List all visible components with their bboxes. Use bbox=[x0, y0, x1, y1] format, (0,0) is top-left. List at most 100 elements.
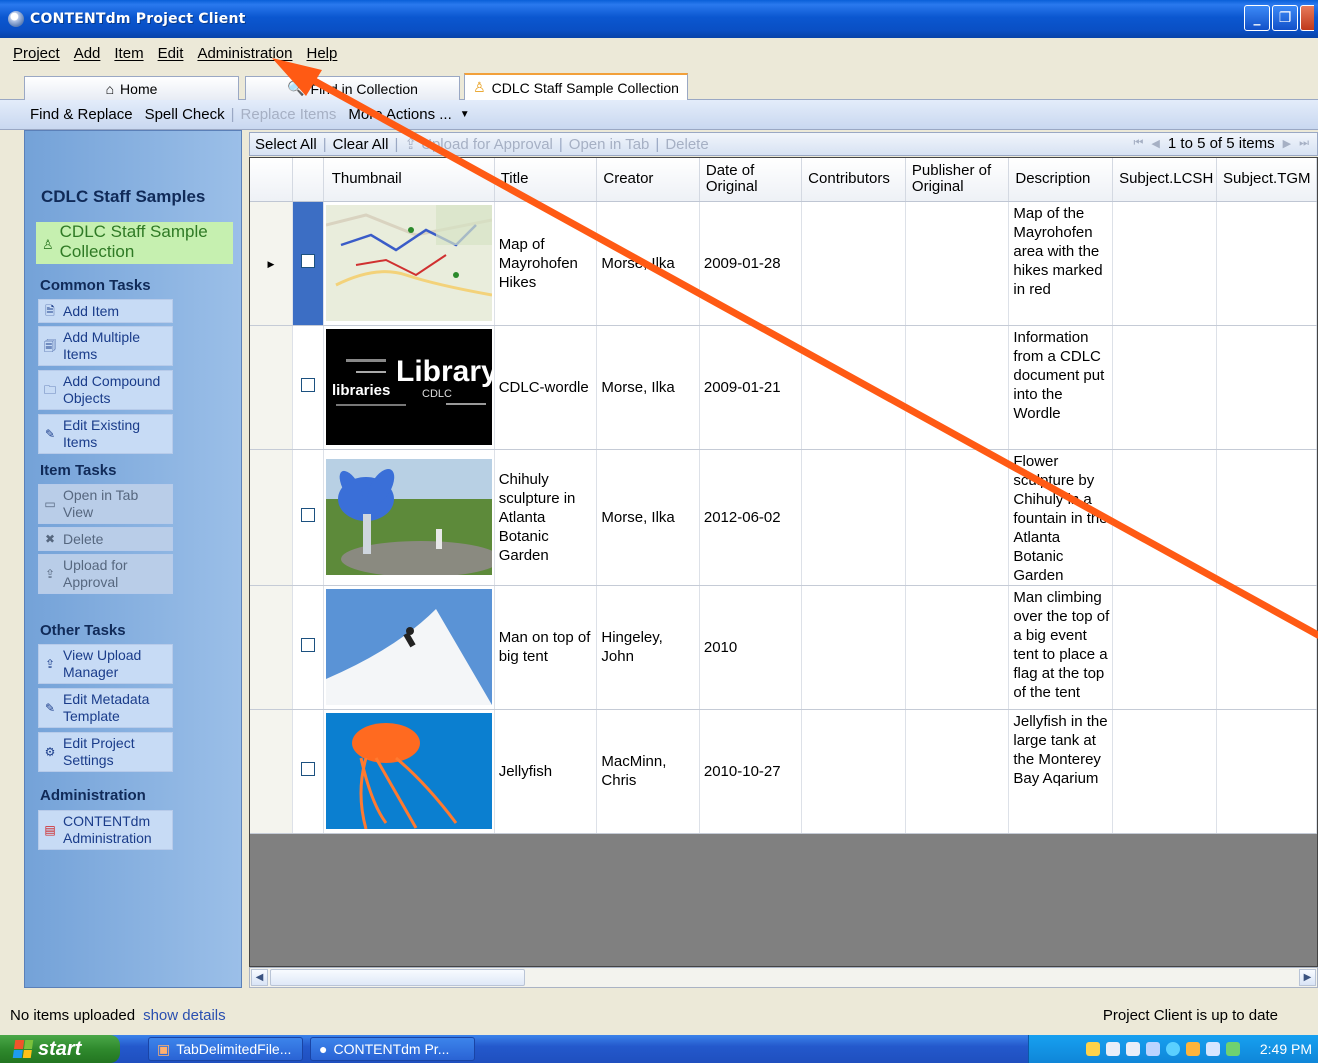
title-cell[interactable]: CDLC-wordle bbox=[494, 325, 598, 450]
tab-find-in-collection[interactable]: 🔍 Find in Collection bbox=[245, 76, 460, 100]
title-cell[interactable]: Jellyfish bbox=[494, 709, 598, 834]
column-description[interactable]: Description bbox=[1008, 158, 1114, 202]
creator-cell[interactable]: Morse, Ilka bbox=[596, 325, 700, 450]
description-cell[interactable]: Information from a CDLC document put int… bbox=[1008, 325, 1114, 450]
clock[interactable]: 2:49 PM bbox=[1260, 1041, 1312, 1057]
delete-button[interactable]: Delete bbox=[665, 136, 708, 153]
menu-edit[interactable]: Edit bbox=[158, 45, 184, 62]
row-checkbox[interactable] bbox=[300, 507, 315, 522]
row-checkbox-cell[interactable] bbox=[292, 709, 324, 834]
date-cell[interactable]: 2012-06-02 bbox=[699, 449, 803, 586]
date-cell[interactable]: 2009-01-28 bbox=[699, 201, 803, 326]
clear-all-button[interactable]: Clear All bbox=[333, 136, 389, 153]
thumbnail-wordle[interactable]: Library libraries CDLC bbox=[325, 329, 492, 445]
taskbar-item-tabdelimited[interactable]: ▣ TabDelimitedFile... bbox=[148, 1037, 303, 1061]
row-header[interactable] bbox=[250, 449, 293, 586]
title-cell[interactable]: Man on top of big tent bbox=[494, 585, 598, 710]
tray-security-icon[interactable] bbox=[1185, 1042, 1200, 1056]
next-page-icon[interactable]: ▶ bbox=[1283, 137, 1291, 150]
row-header[interactable] bbox=[250, 585, 293, 710]
menu-help[interactable]: Help bbox=[306, 45, 337, 62]
edit-metadata-template-link[interactable]: ✎ Edit Metadata Template bbox=[38, 688, 173, 728]
title-cell[interactable]: Map of Mayrohofen Hikes bbox=[494, 201, 598, 326]
upload-approval-button[interactable]: ⇪ Upload for Approval bbox=[404, 135, 553, 153]
tray-update-icon[interactable] bbox=[1225, 1042, 1240, 1056]
date-cell[interactable]: 2009-01-21 bbox=[699, 325, 803, 450]
view-upload-manager-link[interactable]: ⇪ View Upload Manager bbox=[38, 644, 173, 684]
column-thumbnail[interactable]: Thumbnail bbox=[323, 158, 495, 202]
find-replace-button[interactable]: Find & Replace bbox=[30, 106, 133, 123]
window-titlebar[interactable]: CONTENTdm Project Client _ ❐ bbox=[0, 0, 1318, 38]
contributors-cell[interactable] bbox=[801, 201, 906, 326]
contentdm-administration-link[interactable]: ▤ CONTENTdm Administration bbox=[38, 810, 173, 850]
start-button[interactable]: start bbox=[0, 1035, 120, 1063]
thumbnail-jellyfish[interactable] bbox=[325, 713, 492, 829]
description-cell[interactable]: Man climbing over the top of a big event… bbox=[1008, 585, 1114, 710]
column-subject-lcsh[interactable]: Subject.LCSH bbox=[1112, 158, 1218, 202]
title-cell[interactable]: Chihuly sculpture in Atlanta Botanic Gar… bbox=[494, 449, 598, 586]
contributors-cell[interactable] bbox=[801, 449, 906, 586]
sidebar-collection-link[interactable]: ♙ CDLC Staff Sample Collection bbox=[36, 222, 233, 264]
creator-cell[interactable]: Hingeley, John bbox=[596, 585, 700, 710]
row-checkbox[interactable] bbox=[300, 637, 315, 652]
subject-lcsh-cell[interactable] bbox=[1112, 709, 1218, 834]
date-cell[interactable]: 2010-10-27 bbox=[699, 709, 803, 834]
close-button[interactable] bbox=[1300, 5, 1314, 31]
row-checkbox[interactable] bbox=[300, 253, 315, 268]
creator-cell[interactable]: MacMinn, Chris bbox=[596, 709, 700, 834]
maximize-button[interactable]: ❐ bbox=[1272, 5, 1298, 31]
table-row[interactable]: Man on top of big tent Hingeley, John 20… bbox=[250, 585, 1317, 710]
table-row[interactable]: Jellyfish MacMinn, Chris 2010-10-27 Jell… bbox=[250, 709, 1317, 834]
subject-tgm-cell[interactable] bbox=[1216, 325, 1317, 450]
prev-page-icon[interactable]: ◀ bbox=[1151, 137, 1159, 150]
publisher-cell[interactable] bbox=[905, 325, 1010, 450]
menu-administration[interactable]: Administration bbox=[197, 45, 292, 62]
subject-lcsh-cell[interactable] bbox=[1112, 585, 1218, 710]
row-checkbox-cell[interactable] bbox=[292, 585, 324, 710]
thumbnail-map[interactable] bbox=[325, 205, 492, 321]
first-page-icon[interactable]: ⏮ bbox=[1134, 137, 1144, 150]
thumbnail-cell[interactable] bbox=[323, 201, 495, 326]
publisher-cell[interactable] bbox=[905, 709, 1010, 834]
scroll-thumb[interactable] bbox=[270, 969, 525, 986]
tray-window-icon[interactable] bbox=[1125, 1042, 1140, 1056]
description-cell[interactable]: Flower sculpture by Chihuly in a fountai… bbox=[1008, 449, 1114, 586]
open-in-tab-button[interactable]: Open in Tab bbox=[569, 136, 650, 153]
thumbnail-cell[interactable] bbox=[323, 449, 495, 586]
edit-existing-items-link[interactable]: ✎ Edit Existing Items bbox=[38, 414, 173, 454]
publisher-cell[interactable] bbox=[905, 585, 1010, 710]
contributors-cell[interactable] bbox=[801, 585, 906, 710]
creator-cell[interactable]: Morse, Ilka bbox=[596, 201, 700, 326]
last-page-icon[interactable]: ⏭ bbox=[1299, 137, 1309, 150]
row-checkbox-cell[interactable] bbox=[292, 325, 324, 450]
tab-home[interactable]: ⌂ Home bbox=[24, 76, 239, 100]
row-header[interactable] bbox=[250, 325, 293, 450]
tray-display-icon[interactable] bbox=[1105, 1042, 1120, 1056]
spell-check-button[interactable]: Spell Check bbox=[145, 106, 225, 123]
tab-collection[interactable]: ♙ CDLC Staff Sample Collection bbox=[464, 73, 688, 100]
table-row[interactable]: Chihuly sculpture in Atlanta Botanic Gar… bbox=[250, 449, 1317, 586]
select-all-button[interactable]: Select All bbox=[255, 136, 317, 153]
scroll-right-icon[interactable]: ▶ bbox=[1299, 969, 1316, 986]
scroll-left-icon[interactable]: ◀ bbox=[251, 969, 268, 986]
row-checkbox[interactable] bbox=[300, 761, 315, 776]
minimize-button[interactable]: _ bbox=[1244, 5, 1270, 31]
tray-volume-icon[interactable] bbox=[1205, 1042, 1220, 1056]
thumbnail-cell[interactable]: Library libraries CDLC bbox=[323, 325, 495, 450]
menu-item[interactable]: Item bbox=[114, 45, 143, 62]
description-cell[interactable]: Map of the Mayrohofen area with the hike… bbox=[1008, 201, 1114, 326]
more-actions-button[interactable]: More Actions ... bbox=[348, 106, 451, 123]
column-publisher[interactable]: Publisher of Original bbox=[905, 158, 1010, 202]
description-cell[interactable]: Jellyfish in the large tank at the Monte… bbox=[1008, 709, 1114, 834]
show-details-link[interactable]: show details bbox=[143, 1007, 226, 1024]
subject-lcsh-cell[interactable] bbox=[1112, 201, 1218, 326]
subject-tgm-cell[interactable] bbox=[1216, 201, 1317, 326]
add-compound-objects-link[interactable]: 🗀 Add Compound Objects bbox=[38, 370, 173, 410]
thumbnail-tent[interactable] bbox=[325, 589, 492, 705]
subject-lcsh-cell[interactable] bbox=[1112, 449, 1218, 586]
subject-tgm-cell[interactable] bbox=[1216, 585, 1317, 710]
table-row[interactable]: ▶ Map of Mayrohofen Hikes Morse, Ilka 20… bbox=[250, 201, 1317, 326]
row-checkbox[interactable] bbox=[300, 377, 315, 392]
delete-link[interactable]: ✖ Delete bbox=[38, 527, 173, 551]
replace-items-button[interactable]: Replace Items bbox=[241, 106, 337, 123]
